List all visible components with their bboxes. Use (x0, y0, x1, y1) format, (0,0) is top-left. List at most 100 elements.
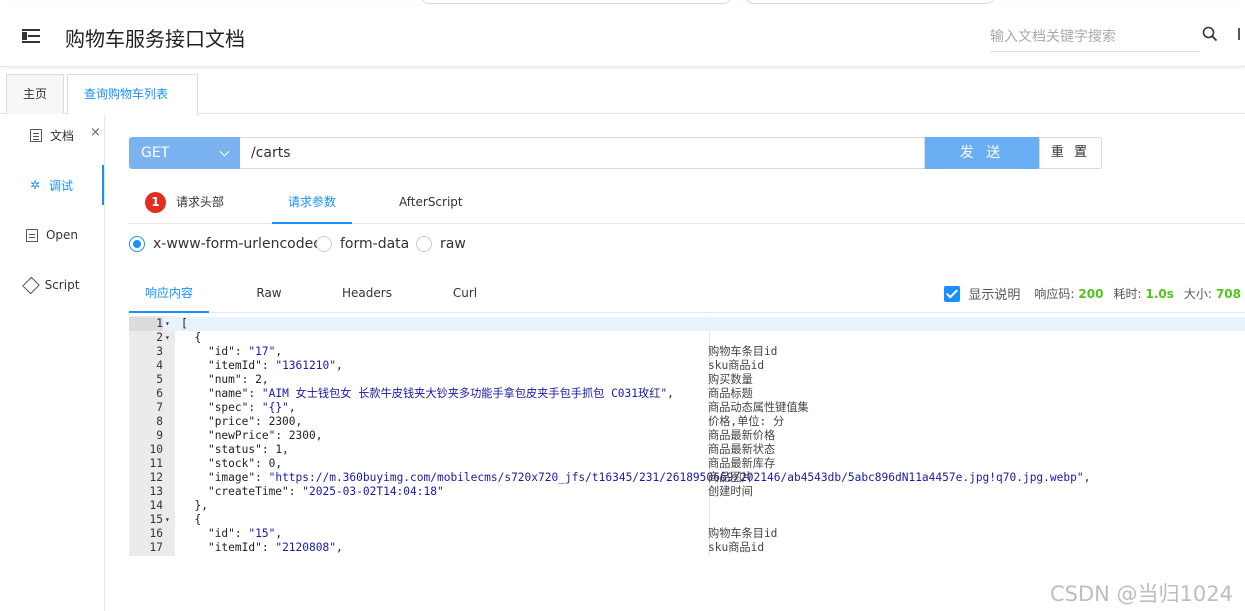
response-tabs: 响应内容 Raw Headers Curl 显示说明 响应码: 200 耗时: … (129, 276, 1245, 313)
code-text: }, (181, 499, 208, 512)
response-code-editor[interactable]: 1 ▾[2 ▾ {3 "id": "17", 购物车条目id 4 "itemId": "… (129, 316, 1245, 556)
line-number: 10 (149, 443, 163, 456)
line-number: 3 (156, 345, 163, 358)
field-description: 商品标题 (708, 387, 753, 400)
search-input[interactable] (990, 22, 1200, 50)
fold-arrow-icon[interactable]: ▾ (165, 513, 170, 527)
tab-afterscript[interactable]: AfterScript (399, 183, 463, 224)
fold-arrow-icon[interactable]: ▾ (165, 331, 170, 345)
code-text: "name": "AIM 女士钱包女 长款牛皮钱夹大钞夹多功能手拿包皮夹手包手抓… (207, 387, 674, 400)
response-meta: 显示说明 响应码: 200 耗时: 1.0s 大小: 708 (944, 284, 1241, 303)
sidebar: 文档 ✲ 调试 Open Script (0, 115, 105, 611)
watermark: CSDN @当归1024 (1050, 582, 1233, 606)
line-number: 13 (149, 485, 163, 498)
line-number: 17 (149, 541, 163, 554)
radio-dot (129, 236, 145, 252)
time-label: 耗时: (1113, 287, 1142, 301)
search-icon[interactable] (1202, 26, 1218, 42)
code-line: 13 "createTime": "2025-03-02T14:04:18" 创建… (129, 485, 1245, 499)
tab-response-curl[interactable]: Curl (435, 276, 495, 313)
cube-icon (21, 276, 40, 294)
code-text: "itemId": "1361210", (207, 359, 343, 372)
line-number: 14 (149, 499, 163, 512)
line-number: 9 (156, 429, 163, 442)
tab-request-headers[interactable]: 1 请求头部 (145, 183, 224, 224)
tab-response-raw[interactable]: Raw (239, 276, 299, 313)
status-code-value: 200 (1078, 286, 1104, 301)
tab-home[interactable]: 主页 (6, 74, 64, 114)
url-input[interactable]: /carts (240, 137, 925, 169)
code-text: "createTime": "2025-03-02T14:04:18" (207, 485, 444, 498)
request-bar: GET /carts 发 送 重 置 (129, 137, 1102, 169)
field-description: 商品最新库存 (708, 457, 776, 470)
code-text: { (181, 331, 202, 344)
chevron-down-icon (219, 146, 230, 157)
line-number: 11 (149, 457, 163, 470)
menu-collapse-icon[interactable] (22, 27, 42, 45)
line-number: 12 (149, 471, 163, 484)
radio-form-data[interactable]: form-data (316, 236, 409, 252)
code-text: "spec": "{}", (207, 401, 296, 414)
field-description: 创建时间 (708, 485, 753, 498)
code-line: 9 "newPrice": 2300, 商品最新价格 (129, 429, 1245, 443)
sidebar-item-label: 文档 (49, 128, 74, 143)
show-desc-checkbox[interactable] (944, 285, 961, 302)
sidebar-item-label: 调试 (48, 178, 73, 193)
line-number: 2 (156, 331, 163, 344)
page-title: 购物车服务接口文档 (65, 27, 245, 51)
sidebar-item-debug[interactable]: ✲ 调试 (0, 165, 104, 205)
code-text: "status": 1, (207, 443, 289, 456)
request-subtabs: 1 请求头部 请求参数 AfterScript (129, 183, 1245, 224)
field-description: sku商品id (708, 359, 765, 372)
radio-raw[interactable]: raw (416, 236, 466, 252)
code-text: "image": "https://m.360buyimg.com/mobile… (207, 471, 1091, 484)
radio-label: form-data (340, 236, 410, 252)
tab-label: 查询购物车列表 (84, 87, 169, 101)
browser-tab-remnant (420, 0, 732, 4)
status-code-label: 响应码: (1034, 287, 1075, 301)
code-line: 5 "num": 2, 购买数量 (129, 373, 1245, 387)
search-field[interactable] (990, 22, 1200, 52)
fold-arrow-icon[interactable]: ▾ (165, 317, 170, 331)
bug-icon: ✲ (29, 177, 41, 192)
code-line: 12 "image": "https://m.360buyimg.com/mob… (129, 471, 1245, 485)
doc-icon (29, 128, 42, 142)
field-description: 购物车条目id (708, 527, 778, 540)
code-text: "num": 2, (207, 373, 269, 386)
radio-dot (316, 236, 332, 252)
code-line: 16 "id": "15", 购物车条目id (129, 527, 1245, 541)
radio-urlencoded[interactable]: x-www-form-urlencoded (129, 236, 322, 252)
sidebar-item-open[interactable]: Open (0, 215, 104, 255)
code-line: 11 "stock": 0, 商品最新库存 (129, 457, 1245, 471)
code-line: 8 "price": 2300, 价格,单位: 分 (129, 415, 1245, 429)
line-number: 5 (156, 373, 163, 386)
field-description: 价格,单位: 分 (708, 415, 785, 428)
tab-response-headers[interactable]: Headers (334, 276, 400, 313)
sidebar-item-script[interactable]: Script (0, 265, 104, 305)
code-line: 1 ▾ [ (129, 317, 1245, 331)
sidebar-item-label: Script (44, 278, 80, 292)
file-icon (25, 228, 38, 242)
code-line: 15 ▾ { (129, 513, 1245, 527)
send-button[interactable]: 发 送 (925, 137, 1039, 169)
sidebar-item-label: Open (45, 228, 79, 242)
time-value: 1.0s (1145, 286, 1174, 301)
line-number: 15 (149, 513, 163, 526)
code-text: { (181, 513, 202, 526)
code-text: "id": "17", (207, 345, 283, 358)
line-number: 7 (156, 401, 163, 414)
code-line: 14 }, (129, 499, 1245, 513)
tab-request-params[interactable]: 请求参数 (272, 183, 352, 224)
tab-cart-list[interactable]: 查询购物车列表× (67, 74, 198, 140)
tab-response-content[interactable]: 响应内容 (129, 276, 209, 313)
code-text: "price": 2300, (207, 415, 303, 428)
sidebar-item-doc[interactable]: 文档 (0, 115, 104, 155)
field-description: 商品图片 (708, 471, 753, 484)
reset-button[interactable]: 重 置 (1039, 137, 1102, 169)
code-line: 2 ▾ { (129, 331, 1245, 345)
fullscreen-icon[interactable] (1238, 28, 1245, 40)
size-label: 大小: (1183, 287, 1212, 301)
line-number: 8 (156, 415, 163, 428)
method-select[interactable]: GET (129, 137, 240, 169)
code-line: 6 "name": "AIM 女士钱包女 长款牛皮钱夹大钞夹多功能手拿包皮夹手包… (129, 387, 1245, 401)
